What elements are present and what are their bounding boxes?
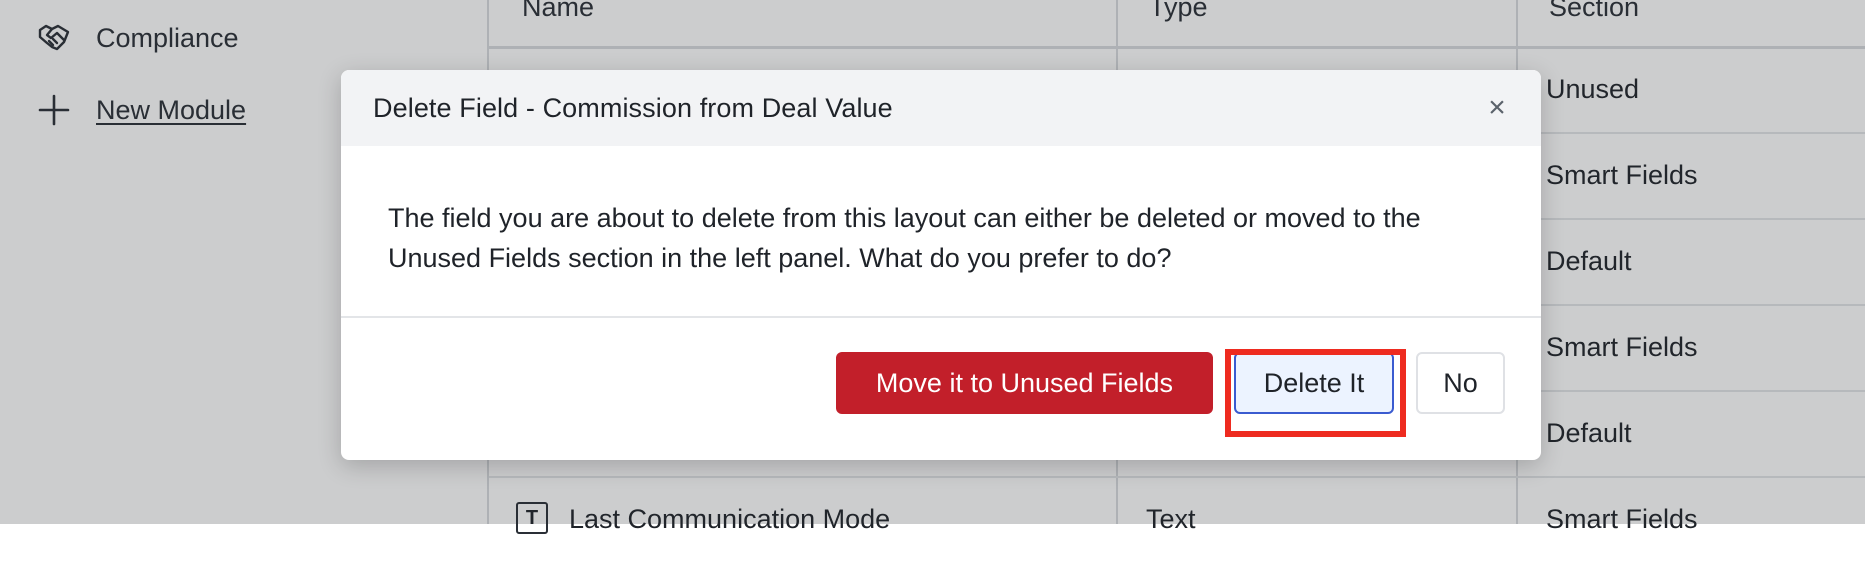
dialog-body: The field you are about to delete from t… <box>341 146 1541 318</box>
dialog-title: Delete Field - Commission from Deal Valu… <box>373 92 893 123</box>
dialog-footer: Move it to Unused Fields Delete It No <box>341 320 1541 460</box>
delete-it-button[interactable]: Delete It <box>1234 352 1394 414</box>
no-button[interactable]: No <box>1416 352 1505 414</box>
dialog-header: Delete Field - Commission from Deal Valu… <box>341 70 1541 146</box>
dialog-message: The field you are about to delete from t… <box>388 203 1421 273</box>
delete-field-dialog: Delete Field - Commission from Deal Valu… <box>341 70 1541 460</box>
move-to-unused-button[interactable]: Move it to Unused Fields <box>836 352 1213 414</box>
close-icon[interactable]: × <box>1481 91 1513 124</box>
